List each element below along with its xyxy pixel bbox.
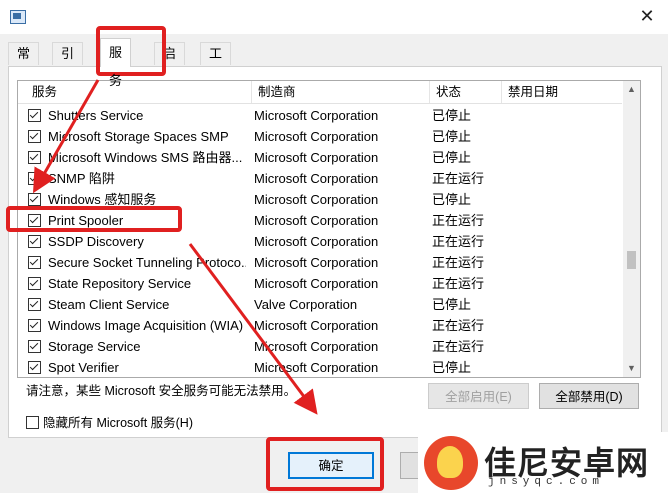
enable-all-button[interactable]: 全部启用(E) xyxy=(428,383,529,409)
service-status: 已停止 xyxy=(432,297,472,312)
service-name: Microsoft Windows SMS 路由器... xyxy=(48,150,243,165)
service-manufacturer: Microsoft Corporation xyxy=(254,108,379,123)
service-status: 已停止 xyxy=(432,192,472,207)
table-row[interactable]: Microsoft Windows SMS 路由器... Microsoft Co… xyxy=(18,147,622,168)
table-row[interactable]: Secure Socket Tunneling Protoco... Micros… xyxy=(18,252,622,273)
service-manufacturer: Microsoft Corporation xyxy=(254,129,379,144)
table-row[interactable]: Steam Client Service Valve Corporation 已停止 xyxy=(18,294,622,315)
service-status: 正在运行 xyxy=(432,276,485,291)
table-row[interactable]: Microsoft Storage Spaces SMP Microsoft Co… xyxy=(18,126,622,147)
service-checkbox[interactable] xyxy=(28,193,41,206)
service-status: 正在运行 xyxy=(432,255,485,270)
logo-domain: jnsyqc.com xyxy=(488,476,605,488)
service-manufacturer: Microsoft Corporation xyxy=(254,192,379,207)
service-name: Windows Image Acquisition (WIA) xyxy=(48,318,244,333)
service-checkbox[interactable] xyxy=(28,151,41,164)
service-manufacturer: Valve Corporation xyxy=(254,297,358,312)
service-manufacturer: Microsoft Corporation xyxy=(254,234,379,249)
service-name: Spot Verifier xyxy=(48,360,119,375)
service-checkbox[interactable] xyxy=(28,130,41,143)
table-row[interactable]: State Repository Service Microsoft Corpor… xyxy=(18,273,622,294)
service-checkbox[interactable] xyxy=(28,172,41,185)
scroll-down-icon[interactable]: ▼ xyxy=(623,360,640,377)
checkbox-box[interactable] xyxy=(26,416,39,429)
table-row[interactable]: Windows Image Acquisition (WIA) Microsoft… xyxy=(18,315,622,336)
service-status: 已停止 xyxy=(432,108,472,123)
service-status: 已停止 xyxy=(432,129,472,144)
tab-services[interactable]: 服务 xyxy=(100,38,132,88)
service-manufacturer: Microsoft Corporation xyxy=(254,360,379,375)
close-button[interactable]: ✕ xyxy=(634,4,660,28)
scroll-thumb[interactable] xyxy=(627,251,636,269)
service-name: Secure Socket Tunneling Protoco... xyxy=(48,255,246,270)
service-name: Microsoft Storage Spaces SMP xyxy=(48,129,229,144)
service-checkbox[interactable] xyxy=(28,277,41,290)
service-status: 正在运行 xyxy=(432,339,485,354)
service-checkbox[interactable] xyxy=(28,109,41,122)
service-name: Shutters Service xyxy=(48,108,144,123)
table-row[interactable]: Spot Verifier Microsoft Corporation 已停止 xyxy=(18,357,622,377)
hide-ms-services-checkbox[interactable]: 隐藏所有 Microsoft 服务(H) xyxy=(26,412,193,431)
tab-boot[interactable]: 引导 xyxy=(52,42,84,83)
tab-tools[interactable]: 工具 xyxy=(200,42,232,83)
cancel-button-partial[interactable] xyxy=(400,452,418,479)
vertical-scrollbar[interactable]: ▲ ▼ xyxy=(623,81,640,377)
service-manufacturer: Microsoft Corporation xyxy=(254,150,379,165)
logo-mark-icon xyxy=(424,436,478,490)
service-status: 正在运行 xyxy=(432,213,485,228)
disable-all-button[interactable]: 全部禁用(D) xyxy=(539,383,639,409)
service-name: SNMP 陷阱 xyxy=(48,171,115,186)
column-status[interactable]: 状态 xyxy=(430,81,502,103)
column-manufacturer[interactable]: 制造商 xyxy=(252,81,430,103)
table-row[interactable]: SNMP 陷阱 Microsoft Corporation 正在运行 xyxy=(18,168,622,189)
service-name: Storage Service xyxy=(48,339,141,354)
service-status: 已停止 xyxy=(432,360,472,375)
service-name: State Repository Service xyxy=(48,276,192,291)
service-status: 正在运行 xyxy=(432,318,485,333)
highlight-print-spooler xyxy=(6,206,182,232)
service-checkbox[interactable] xyxy=(28,319,41,332)
column-service[interactable]: 服务 xyxy=(26,81,252,103)
service-manufacturer: Microsoft Corporation xyxy=(254,339,379,354)
service-checkbox[interactable] xyxy=(28,235,41,248)
service-checkbox[interactable] xyxy=(28,298,41,311)
service-status: 正在运行 xyxy=(432,171,485,186)
scroll-up-icon[interactable]: ▲ xyxy=(623,81,640,98)
service-name: SSDP Discovery xyxy=(48,234,144,249)
service-manufacturer: Microsoft Corporation xyxy=(254,276,379,291)
service-manufacturer: Microsoft Corporation xyxy=(254,171,379,186)
table-row[interactable]: Storage Service Microsoft Corporation 正在运行 xyxy=(18,336,622,357)
service-checkbox[interactable] xyxy=(28,256,41,269)
msconfig-app-icon xyxy=(10,10,26,24)
hide-ms-label: 隐藏所有 Microsoft 服务(H) xyxy=(43,416,194,430)
service-checkbox[interactable] xyxy=(28,340,41,353)
table-row[interactable]: SSDP Discovery Microsoft Corporation 正在运行 xyxy=(18,231,622,252)
security-note: 请注意，某些 Microsoft 安全服务可能无法禁用。 xyxy=(26,384,297,398)
tab-general[interactable]: 常规 xyxy=(8,42,40,83)
table-row[interactable]: Shutters Service Microsoft Corporation 已停止 xyxy=(18,105,622,126)
column-disable-date[interactable]: 禁用日期 xyxy=(502,81,622,103)
service-checkbox[interactable] xyxy=(28,361,41,374)
service-status: 已停止 xyxy=(432,150,472,165)
service-name: Steam Client Service xyxy=(48,297,170,312)
service-manufacturer: Microsoft Corporation xyxy=(254,213,379,228)
highlight-ok-button xyxy=(266,437,384,491)
site-logo: 佳尼安卓网 jnsyqc.com xyxy=(418,432,668,493)
service-manufacturer: Microsoft Corporation xyxy=(254,318,379,333)
service-status: 正在运行 xyxy=(432,234,485,249)
service-manufacturer: Microsoft Corporation xyxy=(254,255,379,270)
